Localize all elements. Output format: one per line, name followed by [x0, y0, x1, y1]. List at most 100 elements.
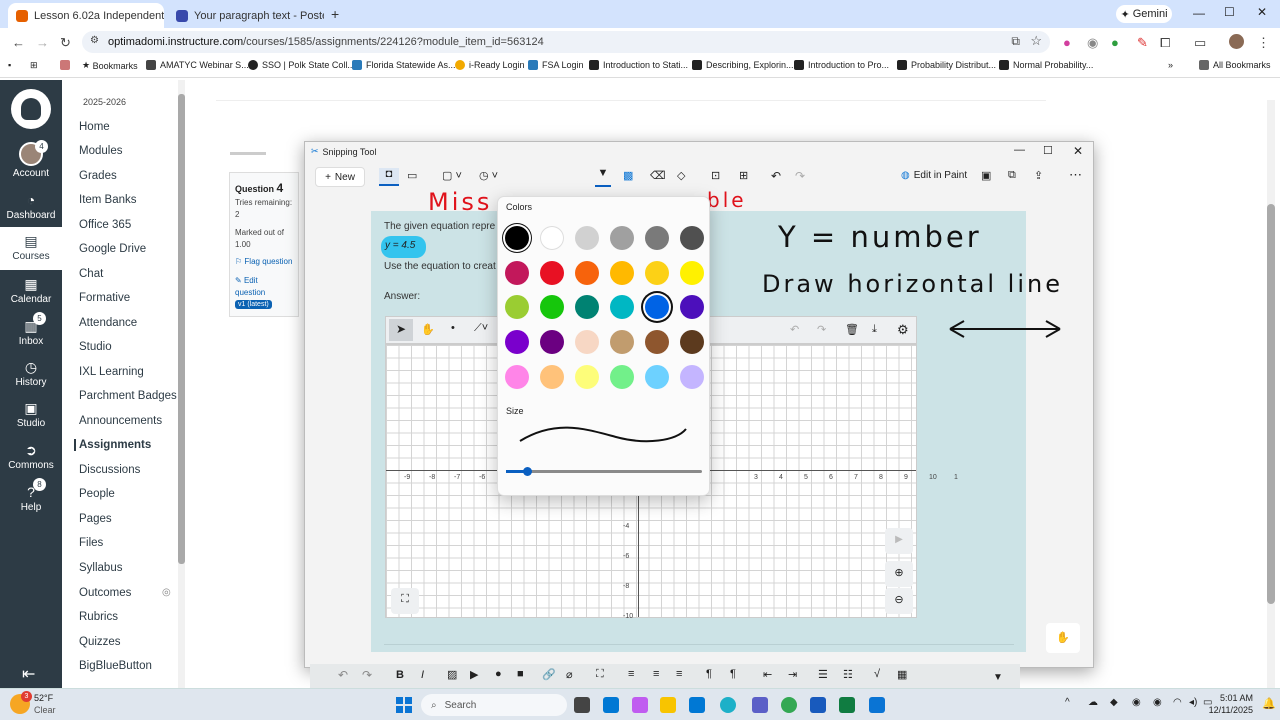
- taskbar-search[interactable]: ⌕ Search: [421, 694, 567, 716]
- new-tab-icon[interactable]: +: [331, 6, 339, 22]
- teams-icon[interactable]: [752, 697, 768, 713]
- eraser-icon[interactable]: ⌫: [650, 169, 666, 182]
- bookmark-star-icon[interactable]: ☆: [1030, 33, 1042, 49]
- bold-icon[interactable]: B: [396, 669, 404, 681]
- hand-tool-icon[interactable]: ✋: [421, 323, 435, 336]
- course-nav-outcomes[interactable]: Outcomes: [79, 587, 131, 599]
- nav-dashboard[interactable]: ◔ Dashboard: [0, 192, 62, 221]
- course-nav-people[interactable]: People: [79, 488, 115, 500]
- chrome-icon[interactable]: [781, 697, 797, 713]
- course-nav-studio[interactable]: Studio: [79, 341, 112, 353]
- notifications-icon[interactable]: 🔔: [1262, 697, 1276, 710]
- course-nav-syllabus[interactable]: Syllabus: [79, 562, 122, 574]
- windows-start-icon[interactable]: [396, 697, 412, 713]
- shapes-icon[interactable]: ◇: [677, 169, 685, 182]
- color-swatch[interactable]: [610, 226, 634, 250]
- editor-redo-icon[interactable]: ↷: [362, 668, 372, 682]
- reload-icon[interactable]: ↻: [60, 35, 71, 51]
- color-swatch[interactable]: [505, 364, 529, 389]
- color-swatch[interactable]: [505, 330, 529, 355]
- size-slider[interactable]: [506, 467, 702, 476]
- zoom-out-icon[interactable]: ⊖: [885, 588, 913, 614]
- tray-overflow-icon[interactable]: ^: [1065, 697, 1070, 708]
- course-nav-rubrics[interactable]: Rubrics: [79, 611, 118, 623]
- color-swatch[interactable]: [645, 364, 669, 389]
- close-window-icon[interactable]: ✕: [1257, 5, 1267, 19]
- extension-pink-icon[interactable]: ●: [1063, 35, 1071, 50]
- play-icon[interactable]: ▶: [885, 528, 913, 554]
- color-swatch[interactable]: [680, 330, 704, 355]
- color-swatch[interactable]: [575, 226, 599, 250]
- back-icon[interactable]: ←: [12, 35, 25, 50]
- color-swatch[interactable]: [680, 295, 704, 320]
- color-swatch[interactable]: [540, 364, 564, 389]
- bookmark-florida[interactable]: Florida Statewide As...: [352, 60, 456, 70]
- color-swatch[interactable]: [540, 226, 564, 250]
- clock-date[interactable]: 12/11/2025: [1205, 705, 1253, 715]
- color-swatch[interactable]: [575, 330, 599, 355]
- color-swatch[interactable]: [575, 260, 599, 285]
- forward-icon[interactable]: →: [36, 35, 49, 50]
- outlook-icon[interactable]: [603, 697, 619, 713]
- color-swatch[interactable]: [645, 260, 669, 285]
- indent-icon[interactable]: ⇥: [788, 668, 797, 681]
- school-logo[interactable]: [11, 89, 51, 129]
- accessibility-icon[interactable]: ✋: [1046, 623, 1080, 653]
- word-icon[interactable]: [810, 697, 826, 713]
- nav-studio[interactable]: ▣ Studio: [0, 400, 62, 429]
- bookmark-intro-prob[interactable]: Introduction to Pro...: [794, 60, 889, 70]
- install-icon[interactable]: ⧉: [1011, 34, 1020, 49]
- maximize-icon[interactable]: ☐: [1224, 5, 1235, 19]
- point-tool-icon[interactable]: •: [451, 322, 455, 334]
- color-swatch[interactable]: [505, 260, 529, 285]
- screenshot-mode-icon[interactable]: ◘: [379, 168, 399, 186]
- edit-question-link[interactable]: ✎ Edit question: [235, 275, 265, 299]
- undo-icon[interactable]: ↶: [771, 169, 781, 183]
- zoom-in-icon[interactable]: ⊕: [885, 561, 913, 587]
- redo-icon[interactable]: ↷: [795, 169, 805, 183]
- color-swatch[interactable]: [540, 295, 564, 320]
- color-swatch[interactable]: [575, 364, 599, 389]
- color-swatch[interactable]: [505, 295, 529, 320]
- delete-icon[interactable]: 🗑: [845, 323, 859, 336]
- snipping-taskbar-icon[interactable]: [869, 697, 885, 713]
- settings-gear-icon[interactable]: ⚙: [897, 322, 909, 338]
- course-nav-home[interactable]: Home: [79, 121, 110, 133]
- color-swatch[interactable]: [680, 260, 704, 285]
- color-swatch[interactable]: [680, 364, 704, 389]
- all-bookmarks[interactable]: All Bookmarks: [1199, 60, 1271, 70]
- bookmark-iready[interactable]: i-Ready Login: [455, 60, 525, 70]
- ltr-icon[interactable]: ¶: [706, 668, 712, 680]
- site-info-icon[interactable]: ⚙: [90, 35, 99, 46]
- bookmark-folder[interactable]: ★ Bookmarks: [82, 60, 138, 71]
- tab-poster[interactable]: Your paragraph text - Poster (L ✕: [168, 3, 324, 28]
- microphone-icon[interactable]: ●: [495, 668, 502, 680]
- unlink-icon[interactable]: ⌀: [566, 668, 573, 681]
- course-nav-google-drive[interactable]: Google Drive: [79, 243, 146, 255]
- chrome-menu-icon[interactable]: ⋮: [1257, 35, 1270, 51]
- color-swatch[interactable]: [505, 226, 529, 250]
- bullet-list-icon[interactable]: ☰: [818, 668, 828, 681]
- pen-extension-icon[interactable]: ✎: [1137, 35, 1148, 51]
- security-icon[interactable]: ◆: [1110, 697, 1118, 708]
- color-swatch[interactable]: [540, 330, 564, 355]
- course-nav-formative[interactable]: Formative: [79, 292, 130, 304]
- gemini-button[interactable]: ✦ Gemini: [1116, 5, 1172, 23]
- image-icon[interactable]: ▨: [447, 668, 457, 681]
- pen-tool-icon[interactable]: ▼: [595, 167, 611, 187]
- outdent-icon[interactable]: ⇤: [763, 668, 772, 681]
- tab-lesson[interactable]: Lesson 6.02a Independent Prac ✕: [8, 3, 164, 28]
- course-nav-modules[interactable]: Modules: [79, 145, 122, 157]
- highlighter-icon[interactable]: ▩: [623, 169, 633, 182]
- crop-icon[interactable]: ⊡: [711, 169, 720, 182]
- course-nav-files[interactable]: Files: [79, 537, 103, 549]
- line-tool-icon[interactable]: ⟋˅: [474, 322, 488, 335]
- graph-undo-icon[interactable]: ↶: [790, 323, 799, 336]
- nav-commons[interactable]: ➲ Commons: [0, 442, 62, 471]
- copilot-icon[interactable]: [632, 697, 648, 713]
- tab-search-icon[interactable]: ▭: [1194, 35, 1206, 51]
- course-nav-grades[interactable]: Grades: [79, 170, 117, 182]
- course-nav-attendance[interactable]: Attendance: [79, 317, 137, 329]
- color-swatch[interactable]: [610, 295, 634, 320]
- bookmark-intro-stats[interactable]: Introduction to Stati...: [589, 60, 688, 70]
